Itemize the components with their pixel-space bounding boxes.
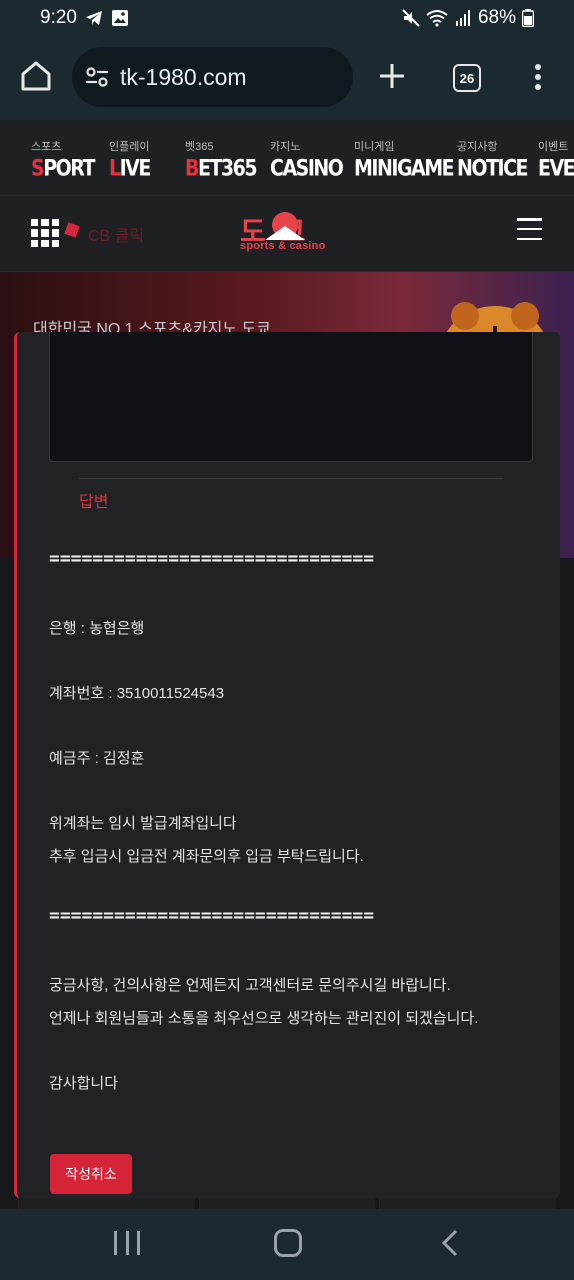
nav-item-en-rest: CASINO — [270, 156, 344, 182]
nav-item-en-label: LIVE — [109, 156, 152, 182]
home-icon[interactable] — [18, 58, 54, 94]
nav-item-en-label: CASINO — [270, 156, 344, 182]
nav-item-en-initial: S — [31, 156, 45, 182]
system-nav-bar — [0, 1209, 574, 1280]
back-icon[interactable] — [440, 1229, 460, 1257]
battery-percent: 68% — [477, 7, 516, 28]
nav-item-en-initial: B — [185, 156, 199, 182]
grid-menu-icon[interactable] — [31, 219, 59, 247]
nav-item-en-rest: PORT — [43, 156, 95, 182]
tab-switcher-button[interactable]: 26 — [453, 64, 481, 92]
address-bar[interactable]: tk-1980.com — [72, 47, 353, 107]
notice-line-1: 위계좌는 임시 발급계좌입니다 — [49, 815, 237, 832]
site-logo[interactable]: 도쿄 sports & casino — [237, 210, 333, 258]
background-cards — [18, 1197, 557, 1209]
nav-item-ko-label: 인플레이 — [109, 141, 150, 153]
nav-item-sport[interactable]: 스포츠 SPORT — [31, 138, 96, 182]
separator-line: ============================== — [49, 548, 375, 569]
nav-item-en-rest: EVENT — [538, 156, 574, 182]
telegram-icon — [85, 11, 102, 25]
nav-item-en-initial: L — [109, 156, 121, 182]
nav-item-ko-label: 공지사항 — [457, 141, 498, 153]
nav-item-ko-label: 벳365 — [185, 141, 214, 153]
separator-line: ============================== — [49, 905, 375, 926]
nav-item-en-label: BET365 — [185, 156, 258, 182]
nav-item-en-label: NOTICE — [457, 156, 529, 182]
nav-item-bet365[interactable]: 벳365 BET365 — [185, 138, 258, 182]
gallery-icon — [111, 10, 128, 26]
recent-apps-icon[interactable] — [114, 1231, 140, 1255]
click-label[interactable]: CB 클릭 — [88, 222, 144, 246]
system-home-icon[interactable] — [274, 1229, 302, 1257]
inquiry-line-1: 궁금사항, 건의사항은 언제든지 고객센터로 문의주시길 바랍니다. — [49, 977, 451, 994]
divider — [79, 478, 503, 479]
bank-name: 은행 : 농협은행 — [49, 620, 145, 637]
nav-item-en-label: MINIGAME — [354, 156, 455, 182]
site-settings-icon[interactable] — [84, 64, 110, 90]
account-number: 계좌번호 : 3510011524543 — [49, 685, 225, 702]
nav-item-ko-label: 스포츠 — [31, 141, 62, 153]
nav-item-ko-label: 카지노 — [270, 141, 301, 153]
more-menu-icon[interactable] — [528, 61, 548, 93]
answer-modal: 답변 ============================== 은행 : 농… — [14, 332, 560, 1198]
nav-item-casino[interactable]: 카지노 CASINO — [270, 138, 344, 182]
question-textarea[interactable] — [49, 332, 533, 462]
hamburger-menu-icon[interactable] — [517, 218, 542, 240]
answer-label: 답변 — [79, 494, 109, 511]
nav-item-en-label: EVENT — [538, 156, 574, 181]
click-marker-icon — [64, 222, 80, 238]
thanks-text: 감사합니다 — [49, 1075, 119, 1092]
account-holder: 예금주 : 김정훈 — [49, 750, 145, 767]
nav-item-en-rest: ET365 — [197, 156, 258, 182]
nav-item-ko-label: 미니게임 — [354, 141, 395, 153]
new-tab-icon[interactable] — [376, 60, 408, 92]
logo-subtitle: sports & casino — [240, 240, 326, 252]
nav-item-ko-label: 이벤트 — [538, 141, 569, 153]
wifi-icon — [426, 10, 448, 27]
site-header: CB 클릭 도쿄 sports & casino — [0, 196, 574, 272]
mute-icon — [402, 9, 420, 27]
nav-item-event[interactable]: 이벤트 EVENT — [538, 138, 574, 181]
url-text: tk-1980.com — [120, 63, 247, 90]
cancel-button[interactable]: 작성취소 — [50, 1154, 132, 1194]
nav-item-en-rest: MINIGAME — [354, 156, 455, 182]
site-category-nav: 스포츠 SPORT 인플레이 LIVE 벳365 BET365 카지노 CASI… — [0, 120, 574, 196]
notice-line-2: 추후 입금시 입금전 계좌문의후 입금 부탁드립니다. — [49, 848, 364, 865]
nav-item-minigame[interactable]: 미니게임 MINIGAME — [354, 138, 455, 182]
inquiry-line-2: 언제나 회원님들과 소통을 최우선으로 생각하는 관리진이 되겠습니다. — [49, 1010, 479, 1027]
nav-item-notice[interactable]: 공지사항 NOTICE — [457, 138, 529, 182]
signal-icon — [455, 10, 470, 26]
status-bar: 9:20 68% — [0, 0, 574, 36]
nav-item-en-rest: IVE — [119, 156, 152, 182]
logo-mountain-icon — [265, 226, 305, 240]
nav-item-en-label: SPORT — [31, 156, 96, 182]
battery-icon — [522, 9, 534, 27]
browser-toolbar: tk-1980.com 26 — [0, 36, 574, 120]
nav-item-en-rest: NOTICE — [457, 156, 529, 182]
status-time: 9:20 — [40, 7, 77, 28]
nav-item-live[interactable]: 인플레이 LIVE — [109, 138, 152, 182]
